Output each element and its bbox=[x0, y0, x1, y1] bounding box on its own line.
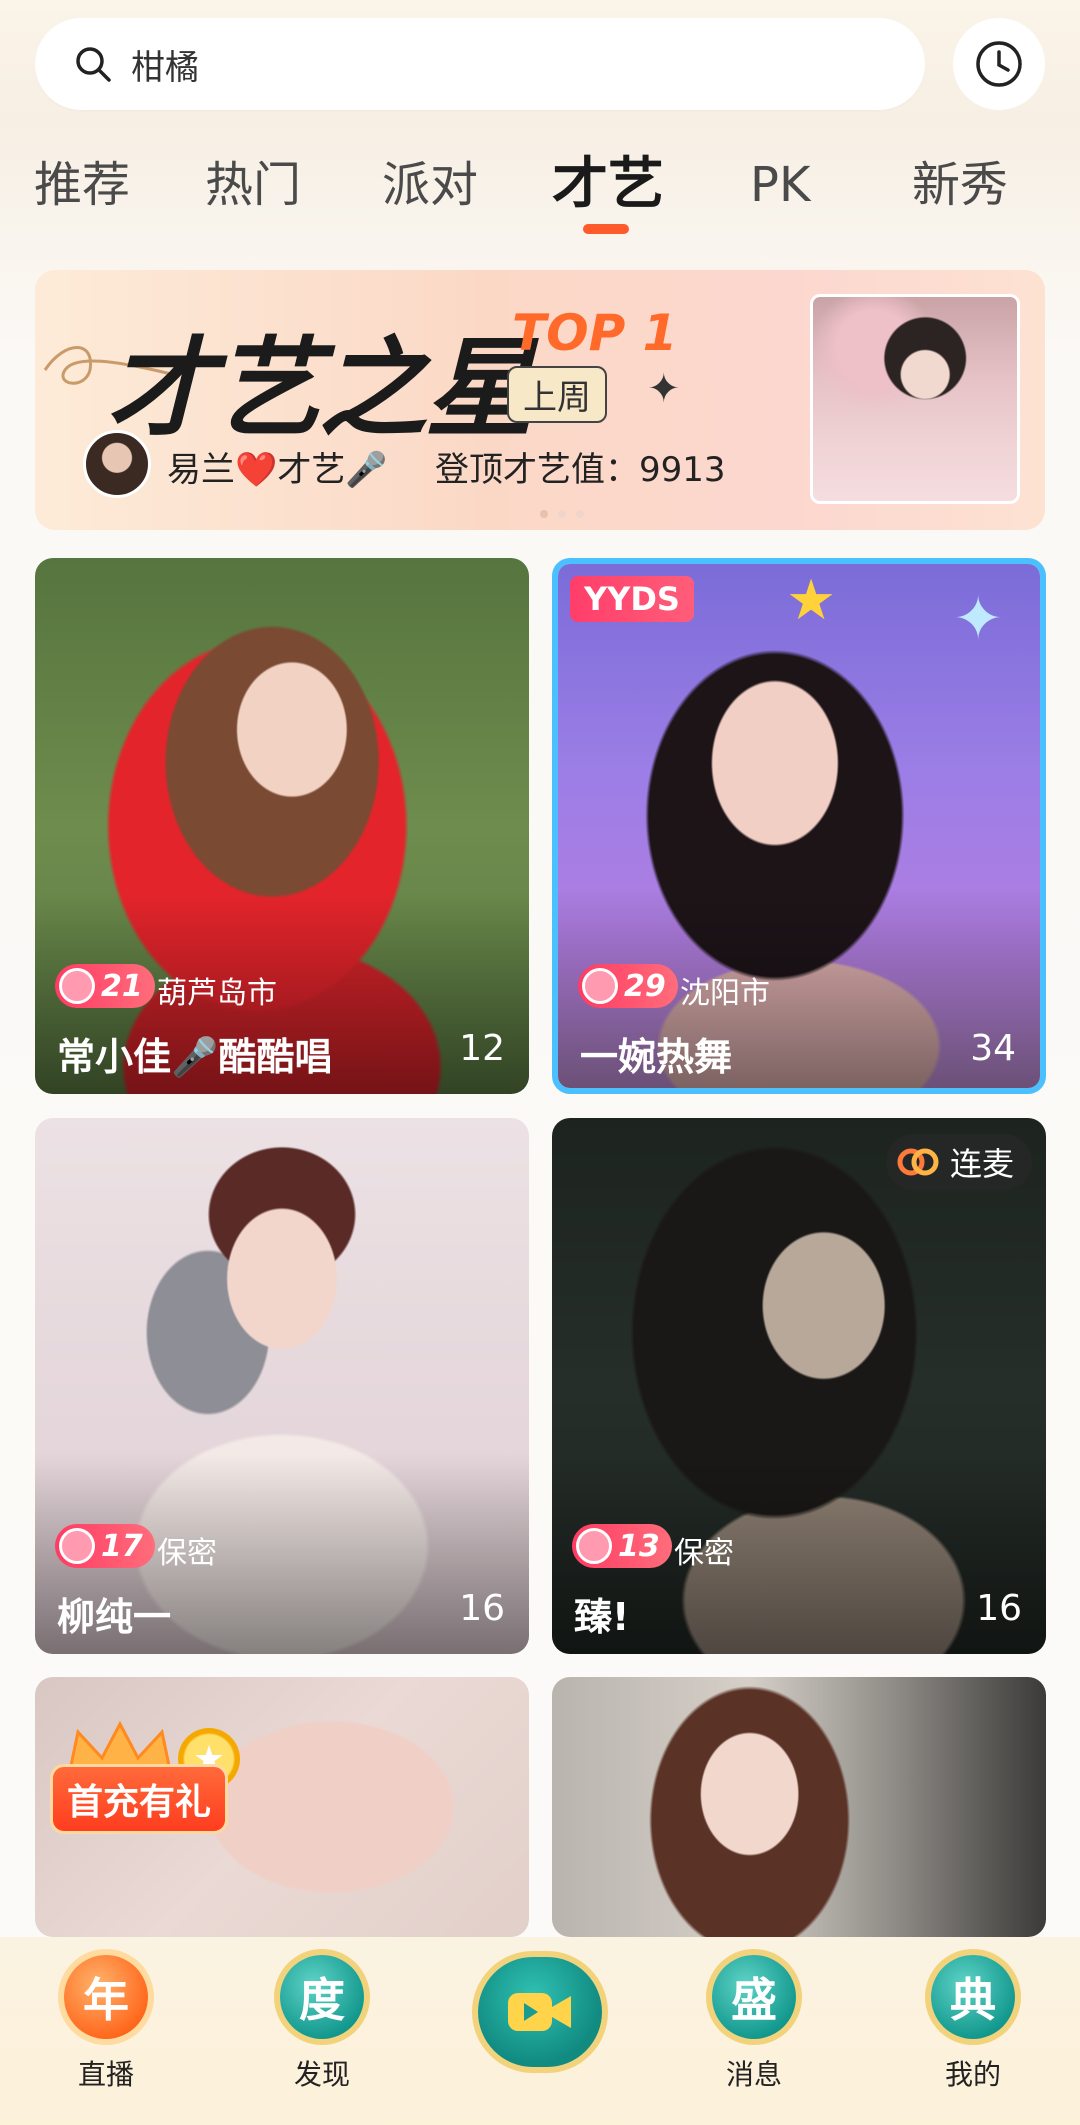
level-badge: 21 bbox=[55, 964, 155, 1008]
nav-messages[interactable]: 盛 消息 bbox=[684, 1955, 824, 2093]
stream-name: 柳纯一 bbox=[57, 1595, 172, 1639]
tab-hot[interactable]: 热门 bbox=[205, 140, 301, 230]
tab-party[interactable]: 派对 bbox=[382, 140, 478, 230]
level-icon bbox=[576, 1528, 612, 1564]
carousel-dots bbox=[540, 510, 584, 518]
clock-icon bbox=[976, 41, 1022, 87]
stream-card[interactable]: 连麦 13 保密 臻! 16 bbox=[552, 1118, 1046, 1654]
search-icon bbox=[76, 47, 111, 82]
nav-me-label: 我的 bbox=[944, 2058, 1001, 2091]
bottom-nav: 年 直播 度 发现 盛 消息 典 我的 bbox=[0, 1937, 1080, 2125]
stream-card[interactable]: YYDS ★ ✦ 29 沈阳市 一婉热舞 34 bbox=[552, 558, 1046, 1094]
level-badge: 17 bbox=[55, 1524, 155, 1568]
banner-title: 才艺之星 bbox=[107, 326, 533, 452]
stream-card[interactable] bbox=[552, 1677, 1046, 1937]
stream-city: 葫芦岛市 bbox=[157, 976, 277, 1011]
sparkle-icon: ✦ bbox=[647, 366, 681, 412]
nav-messages-icon: 盛 bbox=[712, 1955, 796, 2039]
talent-star-banner[interactable]: 才艺之星 TOP 1 上周 ✦ 易兰❤️才艺🎤 登顶才艺值：9913 bbox=[35, 270, 1045, 530]
nav-live[interactable]: 年 直播 bbox=[36, 1955, 176, 2093]
search-query: 柑橘 bbox=[131, 47, 199, 88]
stream-name: 臻! bbox=[574, 1595, 630, 1639]
level-icon bbox=[59, 1528, 95, 1564]
nav-messages-label: 消息 bbox=[725, 2058, 782, 2091]
stream-name: 一婉热舞 bbox=[580, 1035, 733, 1079]
promo-label: 首充有礼 bbox=[50, 1764, 229, 1834]
banner-username: 易兰❤️才艺🎤 bbox=[167, 450, 388, 490]
first-recharge-promo[interactable]: ★ 首充有礼 bbox=[50, 1720, 240, 1834]
video-camera-icon bbox=[508, 1993, 571, 2031]
stream-card[interactable]: 21 葫芦岛市 常小佳🎤酷酷唱 12 bbox=[35, 558, 529, 1094]
level-badge: 29 bbox=[578, 964, 678, 1008]
stream-city: 保密 bbox=[157, 1536, 217, 1571]
viewer-count: 16 bbox=[459, 1588, 505, 1629]
sparkle-icon: ✦ bbox=[953, 584, 1004, 654]
avatar[interactable] bbox=[83, 430, 151, 498]
star-icon: ★ bbox=[786, 568, 837, 633]
banner-score: 登顶才艺值：9913 bbox=[435, 450, 726, 490]
banner-photo[interactable] bbox=[810, 294, 1020, 504]
level-badge: 13 bbox=[572, 1524, 672, 1568]
co-host-badge: 连麦 bbox=[885, 1134, 1032, 1190]
tab-talent[interactable]: 才艺 bbox=[552, 140, 664, 230]
link-mic-icon bbox=[897, 1148, 939, 1176]
nav-live-label: 直播 bbox=[77, 2058, 134, 2091]
history-button[interactable] bbox=[953, 18, 1045, 110]
category-tabs: 推荐 热门 派对 才艺 PK 新秀 bbox=[0, 140, 1080, 240]
banner-period: 上周 bbox=[507, 366, 607, 423]
banner-rank: TOP 1 bbox=[512, 304, 678, 362]
stream-city: 沈阳市 bbox=[680, 976, 770, 1011]
nav-discover-icon: 度 bbox=[280, 1955, 364, 2039]
nav-discover-label: 发现 bbox=[293, 2058, 350, 2091]
level-icon bbox=[582, 968, 618, 1004]
nav-live-icon: 年 bbox=[64, 1955, 148, 2039]
stream-card[interactable]: 17 保密 柳纯一 16 bbox=[35, 1118, 529, 1654]
viewer-count: 34 bbox=[970, 1028, 1016, 1069]
tab-recommend[interactable]: 推荐 bbox=[34, 140, 130, 230]
stream-thumbnail bbox=[552, 1677, 1046, 1937]
nav-discover[interactable]: 度 发现 bbox=[252, 1955, 392, 2093]
tab-newbie[interactable]: 新秀 bbox=[912, 140, 1008, 230]
active-tab-indicator bbox=[583, 224, 629, 234]
go-live-button[interactable] bbox=[478, 1957, 602, 2067]
search-bar[interactable]: 柑橘 bbox=[35, 18, 925, 110]
viewer-count: 12 bbox=[459, 1028, 505, 1069]
stream-name: 常小佳🎤酷酷唱 bbox=[57, 1035, 333, 1079]
stream-city: 保密 bbox=[674, 1536, 734, 1571]
viewer-count: 16 bbox=[976, 1588, 1022, 1629]
nav-me-icon: 典 bbox=[931, 1955, 1015, 2039]
yyds-tag: YYDS bbox=[570, 576, 694, 622]
level-icon bbox=[59, 968, 95, 1004]
nav-me[interactable]: 典 我的 bbox=[903, 1955, 1043, 2093]
tab-pk[interactable]: PK bbox=[750, 140, 810, 230]
